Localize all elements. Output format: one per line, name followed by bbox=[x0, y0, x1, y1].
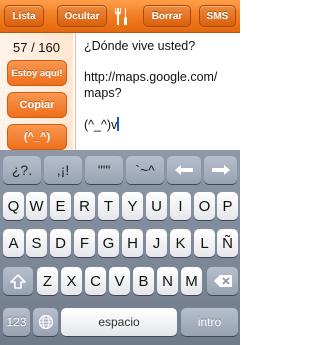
text-caret bbox=[117, 116, 120, 131]
globe-key[interactable] bbox=[33, 308, 58, 336]
hide-button[interactable]: Ocultar bbox=[57, 5, 107, 27]
key-r[interactable]: R bbox=[74, 192, 95, 220]
message-text: ¿Dónde vive usted? http://maps.google.co… bbox=[84, 39, 218, 132]
clear-button[interactable]: Borrar bbox=[143, 5, 191, 27]
key-a[interactable]: A bbox=[3, 229, 24, 257]
return-key[interactable]: intro bbox=[181, 308, 238, 336]
copy-button[interactable]: Copiar bbox=[7, 92, 67, 118]
key-d[interactable]: D bbox=[50, 229, 71, 257]
here-button[interactable]: Estoy aquí! bbox=[7, 60, 67, 86]
key-w[interactable]: W bbox=[26, 192, 47, 220]
cursor-right-key[interactable] bbox=[204, 156, 237, 184]
shift-key[interactable] bbox=[3, 267, 33, 295]
key-x[interactable]: X bbox=[61, 267, 82, 295]
keyboard: ¿?. ,¡! '"" `~^ Q W E R T Y U I O P A S … bbox=[0, 150, 240, 345]
key-n[interactable]: N bbox=[157, 267, 178, 295]
list-button[interactable]: Lista bbox=[4, 5, 44, 27]
arrow-right-icon bbox=[211, 165, 230, 175]
punct-key-accents[interactable]: `~^ bbox=[126, 156, 164, 184]
message-text-area[interactable]: ¿Dónde vive usted? http://maps.google.co… bbox=[75, 33, 240, 150]
key-c[interactable]: C bbox=[85, 267, 106, 295]
globe-icon bbox=[38, 314, 53, 330]
punct-key-quotes[interactable]: '"" bbox=[85, 156, 123, 184]
key-n-tilde[interactable]: Ñ bbox=[217, 229, 238, 257]
key-l[interactable]: L bbox=[194, 229, 215, 257]
key-k[interactable]: K bbox=[170, 229, 191, 257]
character-counter: 57 / 160 bbox=[13, 40, 60, 55]
backspace-icon bbox=[213, 275, 232, 287]
key-m[interactable]: M bbox=[181, 267, 202, 295]
punct-key-question[interactable]: ¿?. bbox=[3, 156, 41, 184]
key-i[interactable]: I bbox=[170, 192, 191, 220]
cursor-left-key[interactable] bbox=[167, 156, 201, 184]
key-s[interactable]: S bbox=[26, 229, 47, 257]
key-z[interactable]: Z bbox=[37, 267, 58, 295]
key-q[interactable]: Q bbox=[3, 192, 24, 220]
key-b[interactable]: B bbox=[133, 267, 154, 295]
arrow-left-icon bbox=[175, 165, 193, 175]
key-v[interactable]: V bbox=[109, 267, 130, 295]
punct-key-exclaim[interactable]: ,¡! bbox=[44, 156, 82, 184]
shift-icon bbox=[10, 273, 26, 289]
backspace-key[interactable] bbox=[207, 267, 238, 295]
wrench-screwdriver-icon[interactable] bbox=[112, 6, 130, 26]
key-j[interactable]: J bbox=[146, 229, 167, 257]
key-o[interactable]: O bbox=[194, 192, 215, 220]
toolbar: Lista Ocultar Borrar SMS bbox=[0, 0, 240, 33]
sms-button[interactable]: SMS bbox=[199, 5, 236, 27]
emoticon-button[interactable]: (^_^) bbox=[7, 124, 67, 150]
key-g[interactable]: G bbox=[98, 229, 119, 257]
key-e[interactable]: E bbox=[50, 192, 71, 220]
key-f[interactable]: F bbox=[74, 229, 95, 257]
key-h[interactable]: H bbox=[122, 229, 143, 257]
key-p[interactable]: P bbox=[217, 192, 238, 220]
key-y[interactable]: Y bbox=[122, 192, 143, 220]
side-panel: 57 / 160 Estoy aquí! Copiar (^_^) bbox=[0, 33, 73, 150]
key-t[interactable]: T bbox=[98, 192, 119, 220]
numbers-key[interactable]: 123 bbox=[3, 308, 30, 336]
space-key[interactable]: espacio bbox=[61, 308, 177, 336]
key-u[interactable]: U bbox=[146, 192, 167, 220]
